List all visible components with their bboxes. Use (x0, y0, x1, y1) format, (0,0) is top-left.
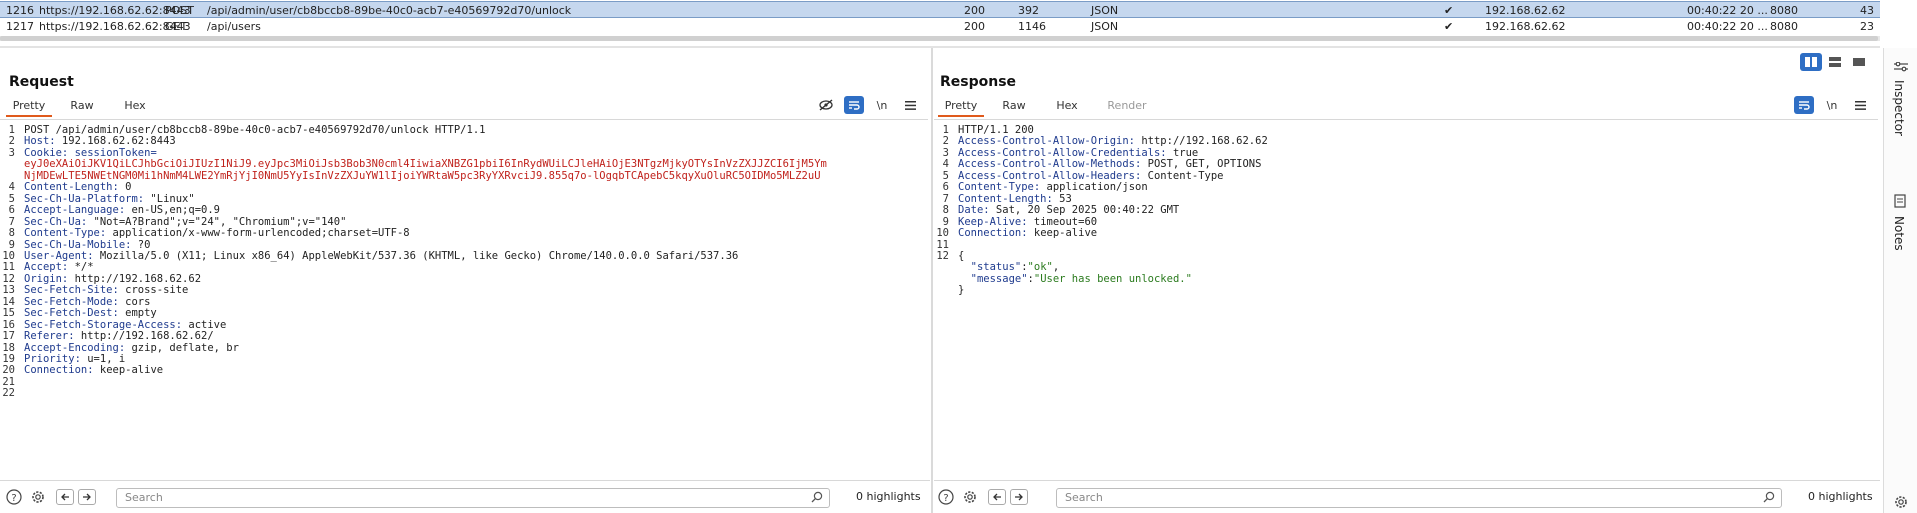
history-row-ip: 192.168.62.62 (1485, 20, 1566, 33)
help-icon[interactable]: ? (938, 489, 954, 505)
history-row-method: POST (165, 4, 194, 17)
previous-match-icon[interactable] (56, 489, 74, 505)
response-search-bar: ? 0 highlights (934, 480, 1880, 513)
line-content: "message":"User has been unlocked." (958, 272, 1192, 286)
history-row-mime: JSON (1091, 4, 1119, 17)
wrap-lines-icon[interactable] (844, 96, 864, 114)
history-row[interactable]: 1217 https://192.168.62.62:8443 GET/api/us… (0, 18, 1880, 35)
line-text: keep-alive (1027, 227, 1098, 240)
split-divider[interactable] (0, 46, 1880, 48)
pane-separator[interactable] (931, 48, 933, 513)
history-row-mime: JSON (1091, 20, 1119, 33)
menu-icon[interactable] (1850, 96, 1870, 114)
request-toolbar: \n (816, 96, 926, 116)
show-newlines-button[interactable]: \n (872, 96, 892, 114)
history-row-length: 392 (1018, 4, 1039, 17)
history-row-ip: 192.168.62.62 (1485, 4, 1566, 17)
history-table: 1216 https://192.168.62.62:8443 POST/api/a… (0, 0, 1880, 42)
show-newlines-button[interactable]: \n (1822, 96, 1842, 114)
history-row-number: 1216 (6, 4, 34, 17)
response-pane: Response Pretty Raw Hex Render \n 1 HTTP/… (934, 64, 1880, 474)
hide-icon[interactable] (816, 96, 836, 114)
notes-tab[interactable]: Notes (1892, 216, 1906, 251)
menu-icon[interactable] (900, 96, 920, 114)
history-row-id: 43 (1860, 4, 1874, 17)
line-number: 22 (2, 387, 15, 400)
next-match-icon[interactable] (78, 489, 96, 505)
settings-icon[interactable] (962, 489, 978, 505)
search-icon (1763, 491, 1775, 503)
inspector-icon[interactable] (1894, 61, 1908, 75)
json-key: "message" (958, 272, 1028, 285)
response-toolbar: \n (1794, 96, 1874, 116)
history-row-url: /api/users (207, 20, 261, 33)
line-text: Mozilla/5.0 (X11; Linux x86_64) AppleWeb… (93, 249, 739, 262)
history-row-time: 00:40:22 20 ... (1687, 20, 1768, 33)
history-row-number: 1217 (6, 20, 34, 33)
history-row-port: 8080 (1770, 20, 1798, 33)
previous-match-icon[interactable] (988, 489, 1006, 505)
line-content: Connection: keep-alive (958, 226, 1097, 240)
history-row-status: 200 (964, 20, 985, 33)
line-content: NjMDEwLTE5NWEtNGM0Mi1hNmM4LWE2YmRjYjI0Nm… (24, 169, 821, 183)
line-content: User-Agent: Mozilla/5.0 (X11; Linux x86_… (24, 249, 738, 263)
history-scrollbar[interactable] (0, 36, 1880, 41)
tab-request-raw[interactable]: Raw (66, 97, 98, 115)
line-content: Connection: keep-alive (24, 363, 163, 377)
request-search-bar: ? 0 highlights (0, 480, 930, 513)
settings-icon[interactable] (30, 489, 46, 505)
header-name: Connection: (24, 364, 94, 377)
tab-request-hex[interactable]: Hex (120, 97, 150, 115)
history-row-checkmark: ✔ (1444, 20, 1454, 33)
request-title: Request (9, 74, 74, 90)
line-text: } (958, 284, 965, 297)
history-row-method: GET (165, 20, 188, 33)
response-editor[interactable]: 1 HTTP/1.1 200 2 Access-Control-Allow-Origi… (934, 119, 1878, 474)
tab-response-render[interactable]: Render (1104, 97, 1150, 115)
settings-icon[interactable] (1893, 494, 1909, 513)
line-text: gzip, deflate, br (125, 341, 239, 354)
response-search-input[interactable] (1063, 490, 1719, 505)
history-row-port: 8080 (1770, 4, 1798, 17)
history-row-length: 1146 (1018, 20, 1046, 33)
line-text: application/x-www-form-urlencoded;charse… (106, 227, 410, 240)
cookie-value: NjMDEwLTE5NWEtNGM0Mi1hNmM4LWE2YmRjYjI0Nm… (24, 169, 821, 182)
tab-response-raw[interactable]: Raw (998, 97, 1030, 115)
history-row-status: 200 (964, 4, 985, 17)
request-pane: Request Pretty Raw Hex \n 1 POST /api/adm… (0, 64, 930, 474)
right-sidebar: Inspector Notes (1883, 48, 1917, 513)
tab-response-hex[interactable]: Hex (1052, 97, 1082, 115)
history-row-time: 00:40:22 20 ... (1687, 4, 1768, 17)
history-row-url: /api/admin/user/cb8bccb8-89be-40c0-acb7-… (207, 4, 572, 17)
request-search-input[interactable] (123, 490, 768, 505)
history-row[interactable]: 1216 https://192.168.62.62:8443 POST/api/a… (0, 1, 1880, 18)
search-icon (811, 491, 823, 503)
tab-response-pretty[interactable]: Pretty (938, 97, 984, 117)
json-string: "User has been unlocked." (1033, 272, 1192, 285)
inspector-tab[interactable]: Inspector (1892, 80, 1906, 136)
next-match-icon[interactable] (1010, 489, 1028, 505)
notes-icon[interactable] (1894, 194, 1906, 211)
response-highlights-count: 0 highlights (1808, 490, 1873, 503)
line-text: keep-alive (93, 364, 164, 377)
line-text: Content-Type (1141, 169, 1224, 182)
tab-request-pretty[interactable]: Pretty (6, 97, 52, 117)
history-row-id: 23 (1860, 20, 1874, 33)
help-icon[interactable]: ? (6, 489, 22, 505)
svg-text:?: ? (943, 493, 948, 504)
history-row-checkmark: ✔ (1444, 4, 1454, 17)
line-number: 3 (8, 146, 15, 159)
wrap-lines-icon[interactable] (1794, 96, 1814, 114)
line-content: } (958, 283, 964, 297)
response-title: Response (940, 74, 1017, 90)
request-search-field[interactable] (116, 488, 830, 508)
svg-text:?: ? (11, 493, 16, 504)
request-editor[interactable]: 1 POST /api/admin/user/cb8bccb8-89be-40c0… (0, 119, 928, 474)
header-name: Connection: (958, 227, 1028, 240)
response-search-field[interactable] (1056, 488, 1782, 508)
line-number: 12 (936, 249, 949, 262)
request-highlights-count: 0 highlights (856, 490, 921, 503)
